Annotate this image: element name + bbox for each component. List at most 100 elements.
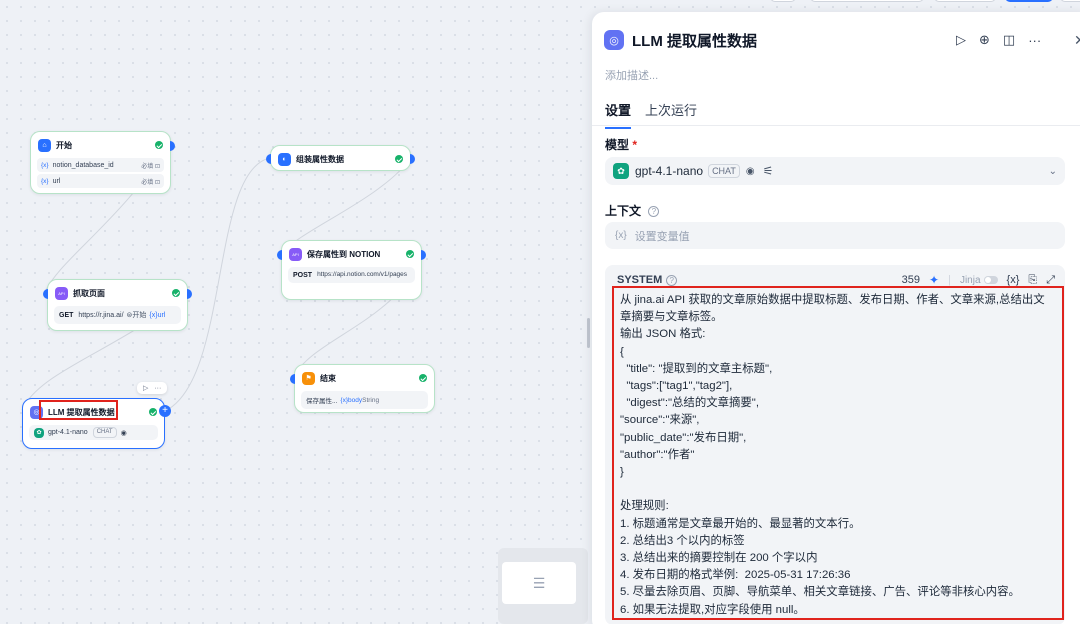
system-prompt-header: SYSTEM ? 359 ✦ | Jinja {x} ⎘ ⤢ — [617, 273, 1055, 287]
success-check-icon — [419, 374, 427, 382]
insert-variable-icon[interactable]: {x} — [1007, 274, 1020, 286]
openai-icon: ✿ — [34, 427, 44, 438]
request-url: https://api.notion.com/v1/pages — [317, 271, 408, 278]
run-node-icon[interactable]: ▷ — [143, 385, 148, 392]
publish-button[interactable] — [1005, 0, 1053, 2]
success-check-icon — [406, 250, 414, 258]
params-settings-icon[interactable]: ⚟ — [763, 164, 774, 178]
success-check-icon — [395, 155, 403, 163]
split-view-icon[interactable]: ◫ — [1003, 32, 1015, 48]
var-source: 保存属性... — [306, 398, 338, 405]
var-ref: {x}url — [149, 311, 166, 319]
system-prompt-tools: 359 ✦ | Jinja {x} ⎘ ⤢ — [902, 273, 1055, 287]
node-fetch-page[interactable]: API 抓取页面 GET https://r.jina.ai/ ⊜开始 {x}u… — [43, 279, 192, 331]
chevron-down-icon: ⌄ — [1048, 165, 1057, 177]
eye-icon: ◉ — [745, 165, 755, 177]
jinja-toggle[interactable]: Jinja — [960, 275, 998, 286]
var-row: {x} url 必填 ⊡ — [37, 174, 164, 188]
required-label: 必填 — [141, 179, 154, 186]
node-end[interactable]: ⚑ 结束 保存属性... {x}body String — [290, 364, 435, 413]
request-info: POST https://api.notion.com/v1/pages — [288, 267, 415, 283]
model-selector[interactable]: ✿ gpt-4.1-nano CHAT ◉ ⚟ ⌄ — [605, 157, 1065, 185]
node-settings-panel: ◎ LLM 提取属性数据 ▷ ⊕ ◫ ··· ✕ 添加描述... 设置 上次运行… — [592, 12, 1080, 624]
variable-icon: {x} — [41, 161, 49, 169]
eye-icon: ◉ — [120, 429, 127, 437]
context-variable-input[interactable]: {x} 设置变量值 — [605, 222, 1065, 249]
flag-icon: ⚑ — [302, 371, 315, 385]
http-method: POST — [293, 271, 313, 279]
input-handle[interactable] — [266, 154, 271, 164]
panel-title[interactable]: LLM 提取属性数据 — [632, 30, 757, 51]
node-start[interactable]: ⌂ 开始 {x} notion_database_id 必填 ⊡ {x} url… — [30, 131, 175, 194]
input-handle[interactable] — [290, 374, 295, 384]
required-label: 必填 — [141, 163, 154, 170]
help-target-icon[interactable]: ⊕ — [979, 32, 990, 48]
success-check-icon — [149, 408, 157, 416]
output-var: 保存属性... {x}body String — [301, 391, 428, 409]
model-label: 模型 * — [605, 136, 637, 153]
required-mark: * — [632, 138, 638, 152]
mode-chip: CHAT — [708, 164, 740, 178]
minimap[interactable]: ☰ — [498, 548, 588, 624]
help-icon[interactable]: ? — [666, 274, 678, 286]
node-title: 保存属性到 NOTION — [307, 249, 381, 259]
llm-icon: ◎ — [604, 30, 624, 50]
node-save-notion[interactable]: API 保存属性到 NOTION POST https://api.notion… — [277, 240, 426, 300]
panel-actions: ▷ ⊕ ◫ ··· — [956, 28, 1041, 52]
home-icon: ⌂ — [38, 138, 51, 152]
description-input[interactable]: 添加描述... — [605, 67, 658, 83]
jinja-label: Jinja — [959, 274, 981, 286]
request-info: GET https://r.jina.ai/ ⊜开始 {x}url — [54, 306, 181, 324]
model-name: gpt-4.1-nano — [635, 164, 704, 178]
panel-resize-handle[interactable] — [587, 318, 590, 348]
input-handle[interactable] — [43, 289, 48, 299]
run-icon[interactable]: ▷ — [956, 32, 966, 48]
more-icon[interactable]: ··· — [1028, 33, 1041, 48]
system-prompt-editor[interactable]: 从 jina.ai API 获取的文章原始数据中提取标题、发布日期、作者、文章来… — [612, 286, 1064, 620]
separator: | — [948, 274, 951, 286]
model-label-text: 模型 — [605, 138, 630, 152]
node-assemble-data[interactable]: ◐ 组装属性数据 — [266, 145, 415, 171]
toggle-switch[interactable] — [983, 276, 998, 284]
top-toolbar-button[interactable] — [770, 0, 796, 2]
system-prompt-card: SYSTEM ? 359 ✦ | Jinja {x} ⎘ ⤢ 从 jina.ai… — [605, 265, 1065, 624]
mode-chip: CHAT — [92, 427, 117, 438]
top-toolbar-button[interactable] — [934, 0, 996, 2]
title-highlight — [39, 400, 118, 420]
var-ref: {x}body — [340, 396, 363, 404]
top-toolbar-button[interactable] — [1060, 0, 1080, 2]
openai-icon: ✿ — [613, 163, 629, 179]
more-icon[interactable]: ··· — [154, 385, 161, 392]
workflow-canvas[interactable]: ⌂ 开始 {x} notion_database_id 必填 ⊡ {x} url… — [0, 0, 600, 624]
node-mini-toolbar[interactable]: ▷ ··· — [137, 382, 168, 394]
node-title: 开始 — [56, 140, 72, 150]
char-count: 359 — [901, 274, 921, 286]
tabs-divider — [592, 125, 1080, 126]
copy-icon[interactable]: ⎘ — [1028, 274, 1037, 287]
input-handle[interactable] — [277, 250, 282, 260]
context-label-text: 上下文 — [605, 204, 642, 218]
var-row: {x} notion_database_id 必填 ⊡ — [37, 158, 164, 172]
variable-icon: {x} — [615, 230, 627, 241]
context-label: 上下文 ? — [605, 202, 660, 219]
var-type: String — [362, 396, 380, 404]
help-icon[interactable]: ? — [648, 206, 660, 218]
var-name: notion_database_id — [52, 161, 114, 169]
node-title: 结束 — [320, 373, 336, 383]
model-name: gpt-4.1-nano — [48, 429, 88, 436]
context-placeholder: 设置变量值 — [634, 230, 690, 243]
minimap-viewport: ☰ — [502, 562, 576, 604]
model-info: ✿ gpt-4.1-nano CHAT ◉ — [29, 425, 158, 440]
ai-generate-icon[interactable]: ✦ — [929, 273, 939, 287]
code-icon: ◐ — [278, 152, 291, 166]
var-name: url — [52, 177, 61, 185]
panel-header: ◎ LLM 提取属性数据 ▷ ⊕ ◫ ··· ✕ — [604, 28, 1080, 52]
system-label: SYSTEM — [617, 274, 663, 286]
close-icon[interactable]: ✕ — [1074, 28, 1080, 52]
top-toolbar-button[interactable] — [810, 0, 924, 2]
api-icon: API — [55, 286, 68, 300]
add-node-icon[interactable]: + — [159, 405, 171, 417]
request-url: https://r.jina.ai/ — [78, 311, 124, 319]
expand-icon[interactable]: ⤢ — [1046, 274, 1055, 287]
variable-icon: {x} — [41, 177, 49, 185]
